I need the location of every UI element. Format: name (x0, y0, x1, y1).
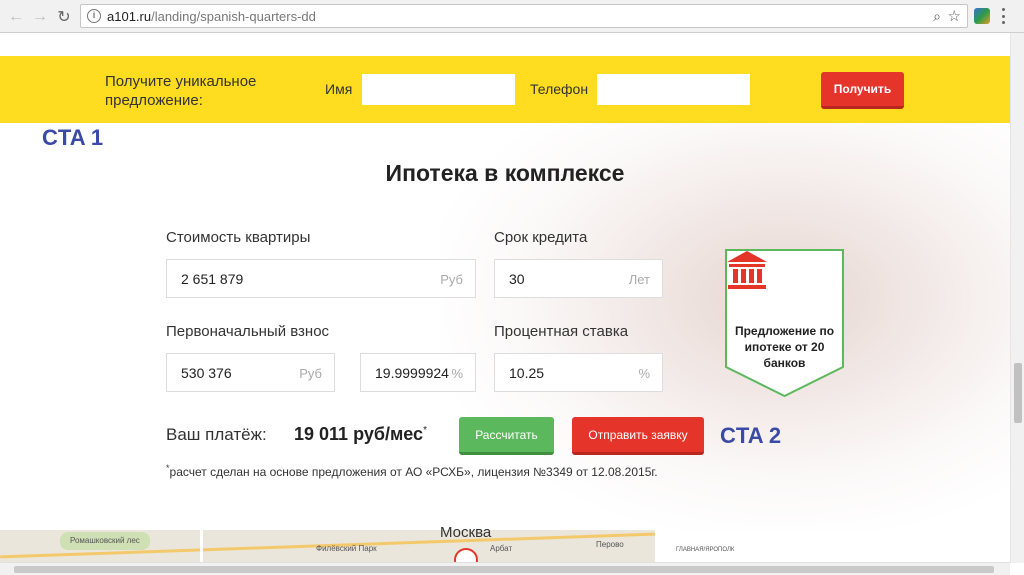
lead-form-label: Получите уникальное предложение: (105, 73, 257, 109)
banks-offer-badge: Предложение по ипотеке от 20 банков (725, 249, 844, 397)
payment-value: 19 011 руб/мес* (294, 424, 427, 445)
map-label: ГЛАВНАЯ/ЯРОПОЛК (676, 547, 735, 553)
extension-icon[interactable] (974, 8, 990, 24)
section-title: Ипотека в комплексе (385, 160, 625, 186)
price-unit: Руб (440, 272, 463, 287)
down-percent-input[interactable]: 19.9999924 % (360, 353, 476, 392)
payment-label: Ваш платёж: (166, 425, 267, 444)
bank-icon (727, 251, 767, 289)
url-host: a101.ru (107, 9, 152, 24)
down-percent-value: 19.9999924 (375, 365, 449, 381)
payment-asterisk: * (423, 425, 427, 436)
name-input[interactable] (362, 74, 515, 105)
payment-amount: 19 011 руб/мес (294, 424, 424, 444)
address-bar[interactable]: i a101.ru/landing/spanish-quarters-dd ⌕ … (80, 4, 968, 28)
url-text: a101.ru/landing/spanish-quarters-dd (107, 9, 316, 24)
phone-label: Телефон (530, 81, 589, 97)
footnote: *расчет сделан на основе предложения от … (166, 463, 658, 479)
url-path: /landing/spanish-quarters-dd (151, 9, 316, 24)
info-icon[interactable]: i (87, 9, 101, 23)
term-unit: Лет (628, 272, 650, 287)
send-request-button[interactable]: Отправить заявку (572, 417, 704, 455)
term-input[interactable]: 30 Лет (494, 259, 663, 298)
footnote-text: расчет сделан на основе предложения от А… (169, 465, 658, 479)
cta1-annotation: CTA 1 (42, 125, 104, 150)
name-label: Имя (325, 81, 353, 97)
map[interactable]: Ромашковский лес Филёвский Парк Арбат Пе… (0, 530, 655, 562)
map-city-label: Москва (440, 524, 492, 541)
map-road (200, 530, 203, 562)
back-arrow-icon[interactable]: ← (6, 7, 26, 27)
phone-input[interactable] (597, 74, 750, 105)
get-offer-button[interactable]: Получить (821, 72, 904, 109)
map-label: Перово (596, 540, 624, 549)
bookmark-star-icon[interactable]: ☆ (948, 7, 961, 25)
price-value: 2 651 879 (181, 271, 244, 287)
rate-input[interactable]: 10.25 % (494, 353, 663, 392)
price-label: Стоимость квартиры (166, 229, 311, 246)
forward-arrow-icon[interactable]: → (30, 7, 50, 27)
zoom-icon[interactable]: ⌕ (933, 8, 941, 25)
term-value: 30 (509, 271, 525, 287)
vertical-scrollbar[interactable] (1010, 33, 1024, 563)
browser-menu-icon[interactable] (1002, 8, 1006, 24)
price-input[interactable]: 2 651 879 Руб (166, 259, 476, 298)
map-label: Филёвский Парк (316, 544, 377, 553)
lead-form-bar: Получите уникальное предложение: Имя Тел… (0, 56, 1010, 123)
down-payment-label: Первоначальный взнос (166, 323, 330, 340)
horizontal-scrollbar[interactable] (0, 562, 1010, 575)
rate-label: Процентная ставка (494, 323, 629, 340)
down-payment-unit: Руб (299, 366, 322, 381)
cta2-annotation: CTA 2 (720, 423, 782, 448)
rate-unit: % (638, 366, 650, 381)
reload-icon[interactable]: ↻ (54, 7, 74, 27)
calculate-button[interactable]: Рассчитать (459, 417, 554, 455)
map-label: Арбат (490, 544, 513, 553)
scroll-thumb[interactable] (1014, 363, 1022, 423)
badge-text: Предложение по ипотеке от 20 банков (734, 324, 835, 370)
term-label: Срок кредита (494, 229, 588, 246)
down-percent-unit: % (451, 366, 463, 381)
scroll-thumb[interactable] (14, 566, 994, 573)
map-label: Ромашковский лес (70, 536, 140, 545)
down-payment-value: 530 376 (181, 365, 232, 381)
down-payment-input[interactable]: 530 376 Руб (166, 353, 335, 392)
rate-value: 10.25 (509, 365, 545, 381)
browser-toolbar: ← → ↻ i a101.ru/landing/spanish-quarters… (0, 0, 1024, 33)
